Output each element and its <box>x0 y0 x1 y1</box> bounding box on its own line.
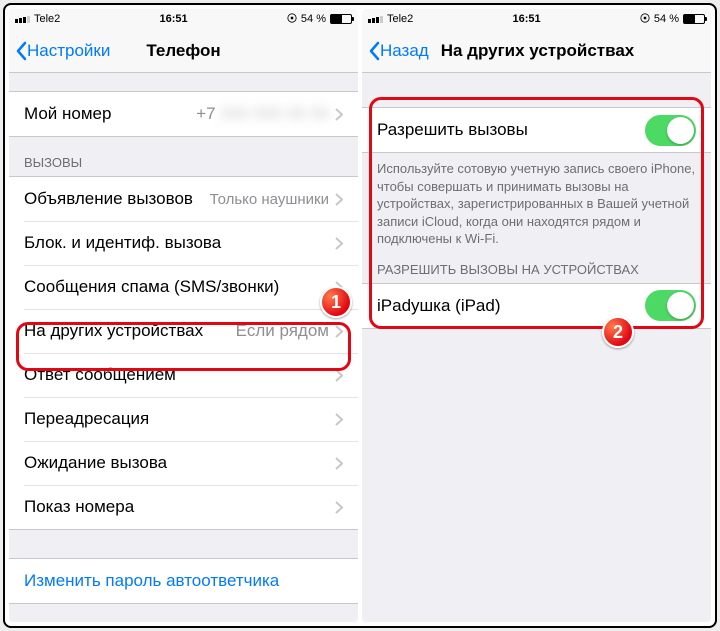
nav-bar: Настройки Телефон <box>9 29 358 73</box>
chevron-right-icon <box>335 501 343 514</box>
annotation-badge-1: 1 <box>320 286 352 318</box>
row-label: Объявление вызовов <box>24 189 210 209</box>
carrier-label: Tele2 <box>34 13 60 25</box>
row-label: Разрешить вызовы <box>377 120 645 140</box>
section-footer: Используйте сотовую учетную запись своег… <box>362 153 711 258</box>
signal-icon <box>368 16 383 23</box>
nav-back-label: Назад <box>380 41 429 61</box>
row-allow-calls[interactable]: Разрешить вызовы <box>362 108 711 152</box>
status-bar: Tele2 16:51 54 % <box>362 9 711 29</box>
chevron-right-icon <box>335 237 343 250</box>
chevron-left-icon <box>15 41 27 61</box>
chevron-right-icon <box>335 193 343 206</box>
nav-back-label: Настройки <box>27 41 110 61</box>
status-time: 16:51 <box>60 13 287 25</box>
row-label: Ответ сообщением <box>24 365 335 385</box>
orientation-lock-icon <box>640 13 650 26</box>
row-label: iPadушка (iPad) <box>377 296 645 316</box>
row-value: Если рядом <box>236 321 329 341</box>
row-value: Только наушники <box>210 191 329 208</box>
row-call-waiting[interactable]: Ожидание вызова <box>9 441 358 485</box>
chevron-right-icon <box>335 413 343 426</box>
row-device-ipad[interactable]: iPadушка (iPad) <box>362 284 711 328</box>
battery-pct: 54 % <box>654 13 679 25</box>
annotation-badge-2: 2 <box>602 316 634 348</box>
row-value: +7 999 999 99 99 <box>196 104 329 124</box>
row-label: Мой номер <box>24 104 196 124</box>
nav-back-button[interactable]: Назад <box>362 41 429 61</box>
status-bar: Tele2 16:51 54 % <box>9 9 358 29</box>
nav-bar: Назад На других устройствах <box>362 29 711 73</box>
toggle-switch[interactable] <box>645 115 696 146</box>
nav-title: На других устройствах <box>441 41 635 61</box>
carrier-label: Tele2 <box>387 13 413 25</box>
battery-icon <box>683 14 705 24</box>
row-label: На других устройствах <box>24 321 236 341</box>
row-my-number[interactable]: Мой номер +7 999 999 99 99 <box>9 92 358 136</box>
row-label: Изменить пароль автоответчика <box>24 571 343 591</box>
screenshot-right: Tele2 16:51 54 % Назад На других устройс… <box>362 9 711 622</box>
tutorial-frame: Tele2 16:51 54 % Настройки Телефон Мой н… <box>3 3 717 628</box>
row-label: Блок. и идентиф. вызова <box>24 233 335 253</box>
nav-back-button[interactable]: Настройки <box>9 41 110 61</box>
chevron-left-icon <box>368 41 380 61</box>
chevron-right-icon <box>335 108 343 121</box>
row-other-devices[interactable]: На других устройствах Если рядом <box>9 309 358 353</box>
screenshot-left: Tele2 16:51 54 % Настройки Телефон Мой н… <box>9 9 358 622</box>
row-announce-calls[interactable]: Объявление вызовов Только наушники <box>9 177 358 221</box>
row-block-id[interactable]: Блок. и идентиф. вызова <box>9 221 358 265</box>
status-time: 16:51 <box>413 13 640 25</box>
section-header-calls: ВЫЗОВЫ <box>9 137 358 176</box>
chevron-right-icon <box>335 369 343 382</box>
row-change-voicemail-password[interactable]: Изменить пароль автоответчика <box>9 559 358 603</box>
row-label: Ожидание вызова <box>24 453 335 473</box>
row-caller-id[interactable]: Показ номера <box>9 485 358 529</box>
nav-title: Телефон <box>146 41 220 61</box>
row-label: Показ номера <box>24 497 335 517</box>
battery-icon <box>330 14 352 24</box>
row-label: Сообщения спама (SMS/звонки) <box>24 277 335 297</box>
section-header-devices: РАЗРЕШИТЬ ВЫЗОВЫ НА УСТРОЙСТВАХ <box>362 258 711 283</box>
row-label: Переадресация <box>24 409 335 429</box>
chevron-right-icon <box>335 325 343 338</box>
row-respond-message[interactable]: Ответ сообщением <box>9 353 358 397</box>
row-spam[interactable]: Сообщения спама (SMS/звонки) <box>9 265 358 309</box>
chevron-right-icon <box>335 457 343 470</box>
row-forward[interactable]: Переадресация <box>9 397 358 441</box>
battery-pct: 54 % <box>301 13 326 25</box>
toggle-switch[interactable] <box>645 290 696 321</box>
orientation-lock-icon <box>287 13 297 26</box>
signal-icon <box>15 16 30 23</box>
